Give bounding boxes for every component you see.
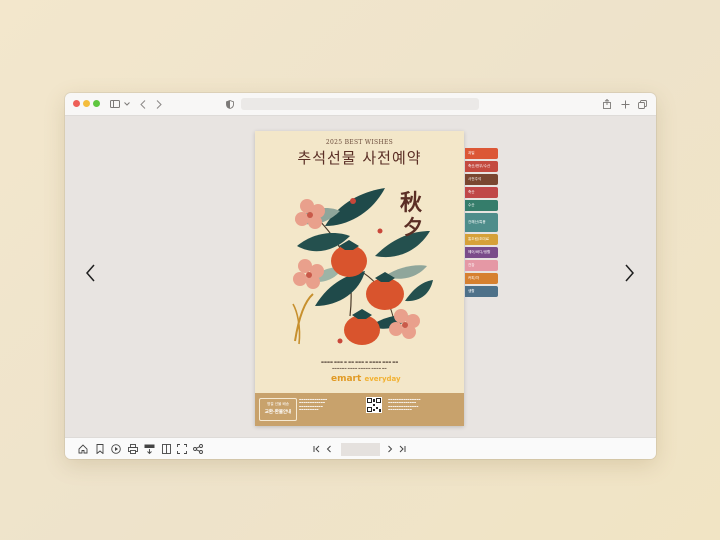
zoom-window-button[interactable]	[93, 100, 100, 107]
play-icon[interactable]	[110, 442, 122, 456]
tab-category-8[interactable]: 헤어/바디/생활	[465, 247, 498, 258]
emart-everyday-logo: emart everyday	[331, 374, 401, 384]
tab-category-5[interactable]: 수산	[465, 200, 498, 211]
chevron-down-icon[interactable]	[123, 97, 131, 111]
prev-page-arrow-icon[interactable]	[84, 261, 98, 285]
poster-footer: 명절 선물 배송 교환·환불안내 ▬▬▬▬▬▬▬▬▬▬▬▬▬ ▬▬▬▬▬▬▬▬▬▬…	[255, 393, 464, 426]
back-icon[interactable]	[138, 97, 148, 111]
tab-category-2[interactable]: 축산/한우/수산	[465, 161, 498, 172]
tabs-icon[interactable]	[637, 97, 647, 111]
forward-icon[interactable]	[154, 97, 164, 111]
share-icon[interactable]	[192, 442, 204, 456]
catalog-cover-page[interactable]: 2025 BEST WISHES 추석선물 사전예약 秋 夕 ▬▬▬▬ ▬▬▬ …	[255, 131, 464, 426]
minimize-window-button[interactable]	[83, 100, 90, 107]
persimmon-illustration	[292, 188, 433, 345]
tab-category-1[interactable]: 과일	[465, 148, 498, 159]
browser-window: 2025 BEST WISHES 추석선물 사전예약 秋 夕 ▬▬▬▬ ▬▬▬ …	[65, 93, 656, 459]
single-page-icon[interactable]	[160, 442, 172, 456]
page-number-input[interactable]	[341, 443, 380, 456]
flipbook-toolbar	[65, 437, 656, 459]
title-bar	[65, 93, 656, 116]
poster-title: 추석선물 사전예약	[297, 149, 422, 167]
tab-category-10[interactable]: 커피/차	[465, 273, 498, 284]
home-icon[interactable]	[77, 442, 89, 456]
calligraphy-seok: 夕	[403, 215, 423, 239]
print-icon[interactable]	[127, 442, 139, 456]
new-tab-icon[interactable]	[620, 97, 630, 111]
prev-page-icon[interactable]	[323, 442, 335, 456]
poster-date-line: ▬▬▬▬ ▬▬▬ ▬ ▬▬ ▬▬▬ ▬ ▬▬▬▬ ▬▬▬ ▬▬	[320, 360, 399, 364]
shield-icon[interactable]	[225, 97, 235, 111]
tab-category-6[interactable]: 건해산/특용	[465, 213, 498, 232]
poster-fine-print: ▬▬▬▬▬▬ ▬▬▬▬ ▬▬▬▬▬ ▬▬▬▬ ▬▬	[332, 367, 387, 370]
fullscreen-icon[interactable]	[176, 442, 188, 456]
tab-category-3[interactable]: 사전주석	[465, 174, 498, 185]
next-page-arrow-icon[interactable]	[622, 261, 636, 285]
next-page-icon[interactable]	[384, 442, 396, 456]
footer-note-left: ▬▬▬▬▬▬▬▬▬▬▬▬▬ ▬▬▬▬▬▬▬▬▬▬▬▬ ▬▬▬▬▬▬▬▬▬▬▬ ▬▬▬▬…	[299, 398, 328, 412]
tab-category-4[interactable]: 축산	[465, 187, 498, 198]
last-page-icon[interactable]	[396, 442, 408, 456]
pdf-download-icon[interactable]	[143, 442, 155, 456]
sidebar-icon[interactable]	[109, 97, 121, 111]
poster-subtitle: 2025 BEST WISHES	[325, 139, 394, 146]
flipbook-viewer: 2025 BEST WISHES 추석선물 사전예약 秋 夕 ▬▬▬▬ ▬▬▬ …	[65, 116, 656, 437]
footer-note-right: ▬▬▬▬▬▬▬▬▬▬▬▬▬▬▬ ▬▬▬▬▬▬▬▬▬▬▬▬▬ ▬▬▬▬▬▬▬▬▬▬▬▬…	[388, 398, 421, 412]
tab-category-7[interactable]: 통조림/조미료	[465, 234, 498, 245]
exchange-refund-badge: 명절 선물 배송 교환·환불안내	[259, 398, 297, 421]
tab-category-9[interactable]: 건강	[465, 260, 498, 271]
tab-category-11[interactable]: 생활	[465, 286, 498, 297]
qr-code[interactable]	[366, 397, 382, 413]
bookmark-icon[interactable]	[94, 442, 106, 456]
share-icon[interactable]	[602, 97, 612, 111]
close-window-button[interactable]	[73, 100, 80, 107]
first-page-icon[interactable]	[311, 442, 323, 456]
address-bar[interactable]	[241, 98, 479, 110]
